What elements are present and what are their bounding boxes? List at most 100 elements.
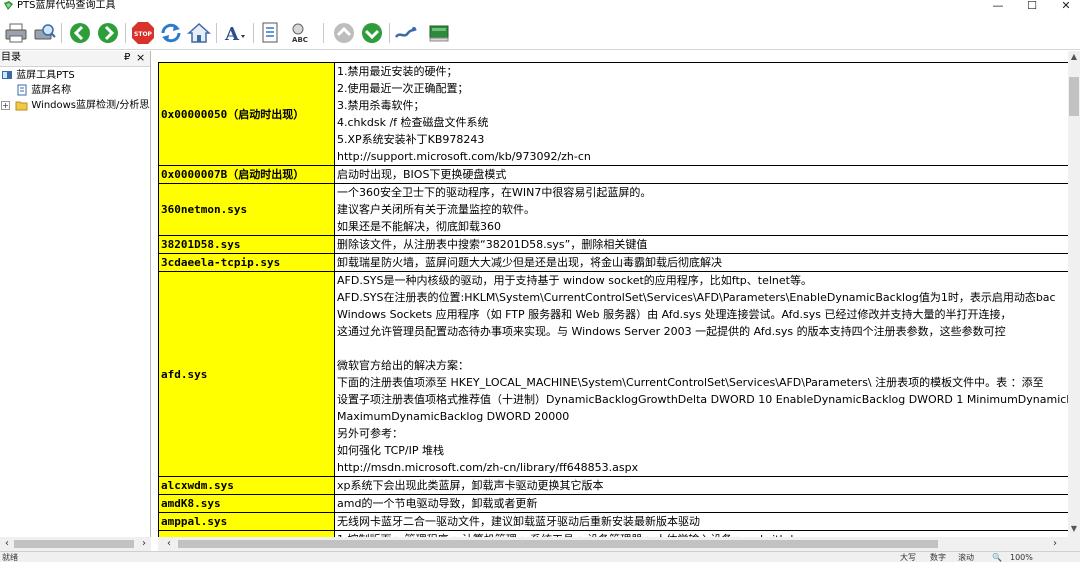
window-title: PTS蓝屏代码查询工具	[17, 0, 116, 11]
title-bar: PTS蓝屏代码查询工具 — ☐ ✕	[0, 0, 1080, 13]
toolbar: STOP A ABC	[0, 13, 1080, 50]
solution-line: 启动时出现，BIOS下更换硬盘模式	[337, 168, 507, 181]
solution-line: 这通过允许管理员配置动态待办事项来实现。与 Windows Server 200…	[337, 325, 1006, 338]
back-icon[interactable]	[68, 21, 92, 45]
refresh-icon[interactable]	[159, 21, 183, 45]
solution-line: 4.chkdsk /f 检查磁盘文件系统	[337, 116, 489, 129]
svg-text:ABC: ABC	[292, 36, 308, 44]
error-code-cell: amppal.sys	[158, 512, 335, 531]
previous-page-icon[interactable]	[332, 21, 356, 45]
bsod-code-table: 0x00000050（启动时出现） 1.禁用最近安装的硬件； 2.使用最近一次正确配…	[158, 62, 1068, 537]
solution-line: 卸载瑞星防火墙，蓝屏问题大大减少但是还是出现，将金山毒霸卸载后彻底解决	[337, 256, 722, 269]
document-properties-icon[interactable]	[259, 21, 283, 45]
table-row: 0x0000007B（启动时出现） 启动时出现，BIOS下更换硬盘模式	[158, 165, 1068, 184]
scroll-thumb[interactable]	[1069, 77, 1079, 116]
solution-line: amd的一个节电驱动导致，卸载或者更新	[337, 497, 538, 510]
scroll-left-icon[interactable]: ‹	[0, 537, 14, 551]
toolbar-separator	[61, 23, 62, 43]
status-text: 就绪	[2, 553, 18, 562]
status-bar: 就绪 大写 数字 滚动 🔍 100%	[0, 551, 1080, 562]
book-icon[interactable]	[427, 21, 451, 45]
solution-line: 3.禁用杀毒软件；	[337, 99, 425, 112]
close-button[interactable]: ✕	[1046, 0, 1080, 13]
error-code-cell: 0x0000007B（启动时出现）	[158, 165, 335, 184]
table-row: amppal.sys 无线网卡蓝牙二合一驱动文件，建议卸载蓝牙驱动后重新安装最新版…	[158, 512, 1068, 531]
error-code-cell: afd.sys	[158, 271, 335, 477]
expand-icon[interactable]: +	[1, 100, 10, 110]
solution-line: 另外可参考：	[337, 427, 403, 440]
error-code-cell: 3cdaeela-tcpip.sys	[158, 253, 335, 272]
solution-line: 建议客户关闭所有关于流量监控的软件。	[337, 203, 535, 216]
toolbar-separator	[216, 23, 217, 43]
caps-lock-indicator: 大写	[900, 553, 916, 562]
folder-icon	[15, 101, 28, 111]
num-lock-indicator: 数字	[930, 553, 946, 562]
content-area: 0x00000050（启动时出现） 1.禁用最近安装的硬件； 2.使用最近一次正确配…	[158, 51, 1068, 537]
tree-item-label: 蓝屏名称	[31, 85, 72, 96]
solution-line: 微软官方给出的解决方案：	[337, 359, 469, 372]
table-row: 0x00000050（启动时出现） 1.禁用最近安装的硬件； 2.使用最近一次正确配…	[158, 62, 1068, 166]
scroll-left-icon[interactable]: ‹	[162, 537, 176, 551]
solution-cell: 1.禁用最近安装的硬件； 2.使用最近一次正确配置； 3.禁用杀毒软件； 4.chkd…	[334, 62, 1068, 166]
svg-text:A: A	[224, 24, 240, 45]
solution-line: xp系统下会出现此类蓝屏，卸载声卡驱动更换其它版本	[337, 479, 604, 492]
error-code-cell: 38201D58.sys	[158, 235, 335, 254]
table-row: afd.sys AFD.SYS是一种内核级的驱动，用于支持基于 window so…	[158, 271, 1068, 477]
print-preview-icon[interactable]	[32, 21, 56, 45]
pin-icon[interactable]: ₽	[124, 52, 130, 64]
panel-close-icon[interactable]: ×	[136, 51, 145, 64]
solution-cell: 删除该文件，从注册表中搜索“38201D58.sys”，删除相关键值	[334, 235, 1068, 254]
solution-line: 设置子项注册表值项格式推荐值（十进制）DynamicBacklogGrowthD…	[337, 393, 1068, 406]
scroll-up-icon[interactable]: ▲	[1068, 51, 1080, 63]
content-horizontal-scrollbar[interactable]: ‹ ›	[158, 537, 1080, 551]
vertical-scrollbar[interactable]: ▲ ▼	[1068, 51, 1080, 537]
table-row: 38201D58.sys 删除该文件，从注册表中搜索“38201D58.sys”，…	[158, 235, 1068, 254]
spell-check-icon[interactable]: ABC	[288, 21, 312, 45]
solution-line: AFD.SYS在注册表的位置:HKLM\System\CurrentContro…	[337, 291, 1056, 304]
solution-line: 1.禁用最近安装的硬件；	[337, 65, 458, 78]
scroll-down-icon[interactable]: ▼	[1068, 523, 1080, 535]
solution-cell: 启动时出现，BIOS下更换硬盘模式	[334, 165, 1068, 184]
toolbar-separator	[389, 23, 390, 43]
zoom-icon[interactable]: 🔍	[992, 553, 1002, 562]
solution-cell: 无线网卡蓝牙二合一驱动文件，建议卸载蓝牙驱动后重新安装最新版本驱动	[334, 512, 1068, 531]
home-icon[interactable]	[187, 21, 211, 45]
solution-line: AFD.SYS是一种内核级的驱动，用于支持基于 window socket的应用…	[337, 274, 812, 287]
solution-line: 如果还是不能解决，彻底卸载360	[337, 220, 501, 233]
link-icon[interactable]	[394, 21, 418, 45]
tree-item-bsod-names[interactable]: 蓝屏名称	[16, 84, 71, 99]
app-icon	[4, 1, 13, 10]
table-row: 360netmon.sys 一个360安全卫士下的驱动程序，在WIN7中很容易引起…	[158, 183, 1068, 236]
error-code-cell: 360netmon.sys	[158, 183, 335, 236]
solution-line: 2.使用最近一次正确配置；	[337, 82, 469, 95]
solution-line: 一个360安全卫士下的驱动程序，在WIN7中很容易引起蓝屏的。	[337, 186, 652, 199]
directory-panel: 目录 ₽ × 蓝屏工具PTS 蓝屏名称 + Windows蓝屏检测/分析思路	[0, 51, 151, 549]
solution-line: 5.XP系统安装补丁KB978243	[337, 133, 485, 146]
scroll-right-icon[interactable]: ›	[1048, 537, 1062, 551]
solution-cell: AFD.SYS是一种内核级的驱动，用于支持基于 window socket的应用…	[334, 271, 1068, 477]
solution-cell: 一个360安全卫士下的驱动程序，在WIN7中很容易引起蓝屏的。 建议客户关闭所有关…	[334, 183, 1068, 236]
tree-item-root[interactable]: 蓝屏工具PTS	[1, 69, 75, 84]
next-page-icon[interactable]	[360, 21, 384, 45]
font-icon[interactable]: A	[222, 21, 246, 45]
scroll-thumb[interactable]	[14, 540, 134, 548]
stop-icon[interactable]: STOP	[131, 21, 155, 45]
solution-line: 无线网卡蓝牙二合一驱动文件，建议卸载蓝牙驱动后重新安装最新版本驱动	[337, 515, 700, 528]
print-icon[interactable]	[4, 21, 28, 45]
solution-line: http://support.microsoft.com/kb/973092/z…	[337, 150, 591, 163]
sidebar-horizontal-scrollbar[interactable]: ‹ ›	[0, 537, 151, 551]
directory-panel-header: 目录 ₽ ×	[0, 51, 150, 67]
tree-item-label: 蓝屏工具PTS	[16, 70, 75, 81]
solution-line: http://msdn.microsoft.com/zh-cn/library/…	[337, 461, 639, 474]
scroll-right-icon[interactable]: ›	[137, 537, 151, 551]
svg-text:STOP: STOP	[134, 31, 153, 38]
zoom-level: 100%	[1010, 553, 1033, 562]
solution-cell: 卸载瑞星防火墙，蓝屏问题大大减少但是还是出现，将金山毒霸卸载后彻底解决	[334, 253, 1068, 272]
forward-icon[interactable]	[96, 21, 120, 45]
solution-cell: xp系统下会出现此类蓝屏，卸载声卡驱动更换其它版本	[334, 476, 1068, 495]
solution-line: 删除该文件，从注册表中搜索“38201D58.sys”，删除相关键值	[337, 238, 648, 251]
toolbar-separator	[253, 23, 254, 43]
tree-item-analysis[interactable]: + Windows蓝屏检测/分析思路	[1, 99, 150, 114]
scroll-thumb[interactable]	[178, 540, 938, 548]
toolbar-separator	[323, 23, 324, 43]
